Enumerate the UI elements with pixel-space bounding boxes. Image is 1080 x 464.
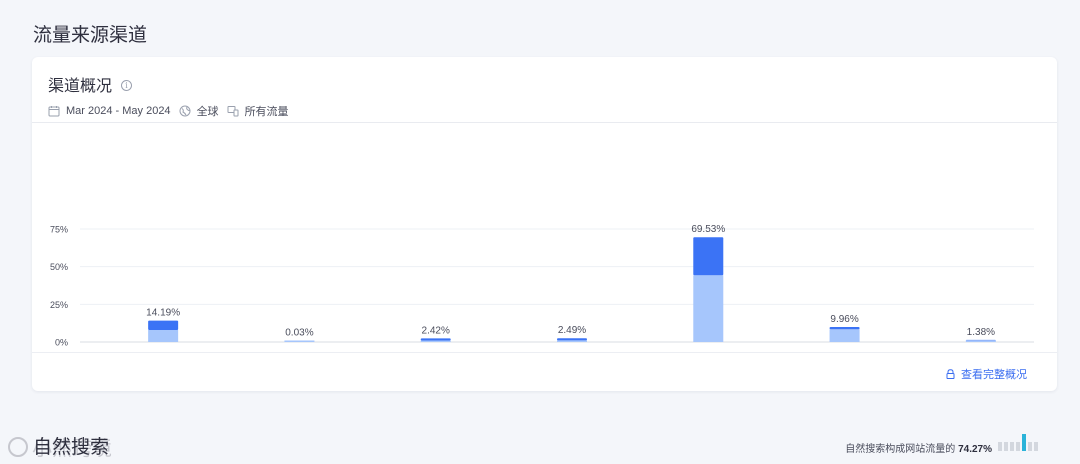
bar-value-label: 2.42% [422, 325, 450, 336]
card-header: 渠道概况 i Mar 2024 - May 2024 全球 所有流量 [32, 57, 1057, 123]
bar-value-label: 2.49% [558, 325, 586, 336]
bar-segment-light [148, 329, 179, 342]
traffic-type-label: 所有流量 [244, 106, 289, 118]
bar-segment-light [965, 340, 996, 342]
devices-icon [227, 106, 239, 117]
bar-value-label: 14.19% [146, 308, 180, 319]
mini-bar [1022, 434, 1026, 451]
mini-bar-indicator [998, 434, 1038, 451]
organic-share-text: 自然搜索构成网站流量的 [845, 444, 956, 455]
bar-segment-dark [420, 338, 451, 341]
organic-share-note: 自然搜索构成网站流量的 74.27% [845, 440, 992, 455]
mini-bar [998, 441, 1002, 451]
bar-value-label: 0.03% [285, 328, 313, 339]
mini-bar [1028, 441, 1032, 451]
y-tick-label: 0% [55, 338, 68, 348]
mini-bar [1004, 441, 1008, 451]
bar-segment-light [829, 329, 860, 342]
mini-bar [1016, 441, 1020, 451]
card-title: 渠道概况 [48, 78, 113, 95]
bar-segment-dark [829, 326, 860, 330]
bar-segment-dark [148, 320, 179, 330]
view-full-overview-link[interactable]: 查看完整概况 [946, 366, 1027, 382]
lock-icon [946, 369, 955, 379]
globe-icon [179, 105, 191, 117]
bar-value-label: 9.96% [830, 314, 858, 325]
mini-bar [1034, 441, 1038, 451]
bar-segment-light [284, 340, 315, 342]
bar-value-label: 69.53% [691, 224, 725, 235]
calendar-icon [48, 106, 60, 117]
bar-segment-light [557, 340, 587, 342]
y-tick-label: 50% [50, 262, 68, 272]
section-title-organic-search: 自然搜索 [33, 437, 110, 458]
date-range-label: Mar 2024 - May 2024 [66, 105, 171, 117]
bar-segment-dark [557, 338, 587, 341]
bar-segment-light [420, 340, 451, 342]
traffic-type-filter[interactable]: 所有流量 [227, 103, 289, 119]
chart-svg: 75%50%25%0%14.19%直接0.03%电子邮件2.42%外链2.49%… [50, 224, 1034, 348]
date-range-filter[interactable]: Mar 2024 - May 2024 [48, 105, 171, 117]
info-icon[interactable]: i [121, 79, 133, 91]
bar-segment-dark [693, 237, 724, 276]
bar-segment-light [693, 275, 724, 342]
view-full-overview-label: 查看完整概况 [961, 369, 1027, 381]
card-footer: 查看完整概况 [32, 352, 1057, 391]
y-tick-label: 75% [50, 225, 68, 235]
filter-meta-row: Mar 2024 - May 2024 全球 所有流量 [48, 103, 1041, 119]
page-title: 流量来源渠道 [33, 25, 148, 46]
watermark-logo-icon [8, 436, 28, 457]
y-tick-label: 25% [50, 300, 68, 310]
channel-bar-chart: 75%50%25%0%14.19%直接0.03%电子邮件2.42%外链2.49%… [32, 124, 1057, 351]
bar-value-label: 1.38% [967, 327, 995, 338]
region-filter[interactable]: 全球 [179, 103, 219, 119]
channel-overview-card: 渠道概况 i Mar 2024 - May 2024 全球 所有流量 75% 5… [32, 57, 1057, 391]
organic-share-value: 74.27% [958, 444, 992, 455]
mini-bar [1010, 441, 1014, 451]
region-label: 全球 [196, 106, 219, 118]
